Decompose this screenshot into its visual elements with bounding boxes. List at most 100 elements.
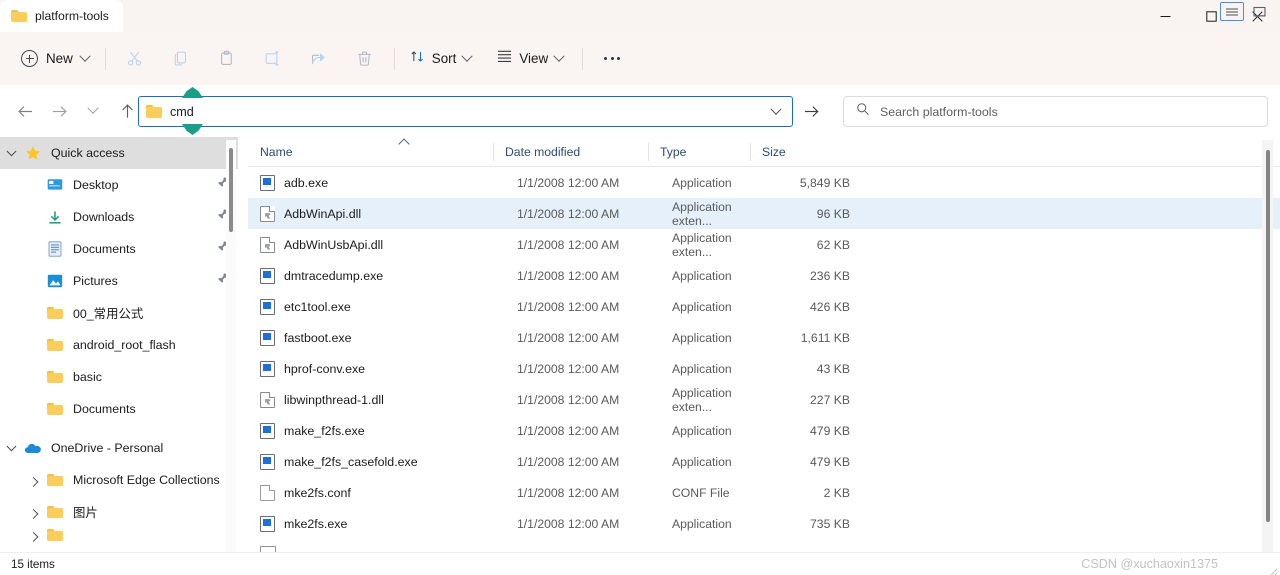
sidebar-item-downloads[interactable]: Downloads [0, 201, 238, 233]
file-date-cell: 1/1/2008 12:00 AM [517, 392, 620, 407]
file-type-cell: Application exten... [672, 385, 732, 414]
file-name-label: adb.exe [284, 175, 329, 190]
table-row[interactable]: AdbWinUsbApi.dll 1/1/2008 12:00 AM Applica… [248, 229, 1280, 260]
recent-locations-button[interactable] [76, 95, 110, 127]
search-placeholder: Search platform-tools [880, 104, 998, 119]
dll-icon [260, 236, 275, 253]
table-row[interactable]: mke2fs.exe 1/1/2008 12:00 AM Application 73… [248, 508, 1280, 539]
chevron-right-icon[interactable] [22, 476, 44, 487]
rename-button[interactable] [250, 43, 296, 75]
copy-button[interactable] [158, 43, 204, 75]
file-size-cell: 96 KB [816, 206, 850, 221]
table-row[interactable]: fastboot.exe 1/1/2008 12:00 AM Application… [248, 322, 1280, 353]
minimize-icon[interactable] [1142, 0, 1188, 32]
sidebar-item-partial[interactable] [0, 528, 238, 542]
resize-grip[interactable] [1268, 564, 1278, 575]
exe-icon [260, 360, 275, 377]
search-box[interactable]: Search platform-tools [843, 96, 1268, 127]
view-button-label: View [519, 51, 549, 66]
table-row[interactable]: AdbWinApi.dll 1/1/2008 12:00 AM Applicatio… [248, 198, 1280, 229]
address-bar[interactable]: cmd [138, 96, 793, 127]
exe-icon [260, 267, 275, 284]
file-date-cell: 1/1/2008 12:00 AM [517, 485, 620, 500]
table-row[interactable]: dmtracedump.exe 1/1/2008 12:00 AM Applicat… [248, 260, 1280, 291]
sidebar-item-documents[interactable]: Documents [0, 233, 238, 265]
column-header-name[interactable]: Name [248, 137, 493, 167]
chevron-down-icon[interactable] [0, 145, 22, 157]
file-name-label: hprof-conv.exe [284, 361, 366, 376]
back-button[interactable] [8, 95, 42, 127]
sidebar-item-label: Desktop [73, 178, 119, 192]
file-date-cell: 1/1/2008 12:00 AM [517, 516, 620, 531]
new-button[interactable]: New [14, 43, 99, 75]
table-row[interactable]: etc1tool.exe 1/1/2008 12:00 AM Application… [248, 291, 1280, 322]
file-type-cell: Application [672, 299, 732, 314]
folder-icon [11, 9, 27, 23]
file-name-label: mke2fs.conf [284, 485, 351, 500]
forward-button[interactable] [42, 95, 76, 127]
share-button[interactable] [296, 43, 342, 75]
table-row[interactable]: mke2fs.conf 1/1/2008 12:00 AM CONF File 2 K… [248, 477, 1280, 508]
cut-button[interactable] [112, 43, 158, 75]
column-header-date-modified[interactable]: Date modified [493, 137, 648, 167]
file-name-cell: fastboot.exe [260, 329, 505, 346]
file-list-scrollbar[interactable] [1262, 140, 1273, 555]
sidebar-item-folder-documents[interactable]: Documents [0, 393, 238, 425]
sidebar-item-folder-basic[interactable]: basic [0, 361, 238, 393]
column-header-size[interactable]: Size [750, 137, 840, 167]
sidebar-group-onedrive[interactable]: OneDrive - Personal [0, 432, 238, 464]
table-row[interactable]: libwinpthread-1.dll 1/1/2008 12:00 AM Appl… [248, 384, 1280, 415]
sort-button-label: Sort [431, 51, 457, 66]
search-icon [856, 102, 870, 121]
sidebar-item-label: Microsoft Edge Collections [73, 473, 220, 487]
sort-button[interactable]: Sort [401, 43, 481, 75]
column-header-label: Size [762, 144, 786, 159]
title-bar: platform-tools [0, 0, 1280, 32]
go-button[interactable] [795, 96, 827, 127]
sidebar-item-label: Documents [73, 242, 136, 256]
table-row[interactable]: adb.exe 1/1/2008 12:00 AM Application 5,849… [248, 167, 1280, 198]
sidebar-group-label: Quick access [51, 146, 125, 160]
details-view-icon[interactable] [1220, 2, 1244, 21]
table-row[interactable]: make_f2fs.exe 1/1/2008 12:00 AM Applicatio… [248, 415, 1280, 446]
sidebar-item-pictures-cn[interactable]: 图片 [0, 496, 238, 528]
file-type-cell: CONF File [672, 485, 730, 500]
chevron-down-icon[interactable] [0, 440, 22, 452]
exe-icon [260, 422, 275, 439]
see-more-button[interactable] [589, 43, 635, 75]
sidebar-group-quick-access[interactable]: Quick access [0, 137, 238, 169]
sidebar-scrollbar-thumb[interactable] [229, 148, 233, 232]
sidebar-item-folder-formulas[interactable]: 00_常用公式 [0, 297, 238, 329]
file-name-label: make_f2fs.exe [284, 423, 365, 438]
file-date-cell: 1/1/2008 12:00 AM [517, 454, 620, 469]
file-size-cell: 43 KB [816, 361, 850, 376]
toolbar-divider-2 [393, 47, 395, 70]
column-header-type[interactable]: Type [648, 137, 750, 167]
window-tab[interactable]: platform-tools [0, 0, 123, 32]
table-row[interactable]: make_f2fs_casefold.exe 1/1/2008 12:00 AM A… [248, 446, 1280, 477]
file-name-cell: mke2fs.exe [260, 515, 505, 532]
file-explorer-window: platform-tools New Sort View cmd Search … [0, 0, 1280, 575]
folder-icon [44, 528, 66, 542]
sidebar-scrollbar[interactable] [226, 140, 236, 555]
sidebar-item-pictures[interactable]: Pictures [0, 265, 238, 297]
toolbar-divider-1 [104, 47, 106, 70]
table-row[interactable]: hprof-conv.exe 1/1/2008 12:00 AM Applicati… [248, 353, 1280, 384]
paste-button[interactable] [204, 43, 250, 75]
document-icon [44, 241, 66, 257]
sidebar-item-desktop[interactable]: Desktop [0, 169, 238, 201]
view-button[interactable]: View [488, 43, 572, 75]
chevron-right-icon[interactable] [22, 508, 44, 519]
file-name-label: etc1tool.exe [284, 299, 351, 314]
sidebar-item-folder-android-root-flash[interactable]: android_root_flash [0, 329, 238, 361]
file-name-label: make_f2fs_casefold.exe [284, 454, 418, 469]
address-dropdown-button[interactable] [760, 96, 792, 127]
delete-button[interactable] [342, 43, 388, 75]
command-bar: New Sort View [0, 32, 1280, 85]
file-type-cell: Application exten... [672, 199, 732, 228]
folder-icon [44, 338, 66, 352]
file-list-scrollbar-thumb[interactable] [1265, 150, 1270, 522]
sidebar-item-edge-collections[interactable]: Microsoft Edge Collections [0, 464, 238, 496]
large-icons-view-icon[interactable] [1248, 2, 1272, 21]
file-size-cell: 227 KB [810, 392, 850, 407]
